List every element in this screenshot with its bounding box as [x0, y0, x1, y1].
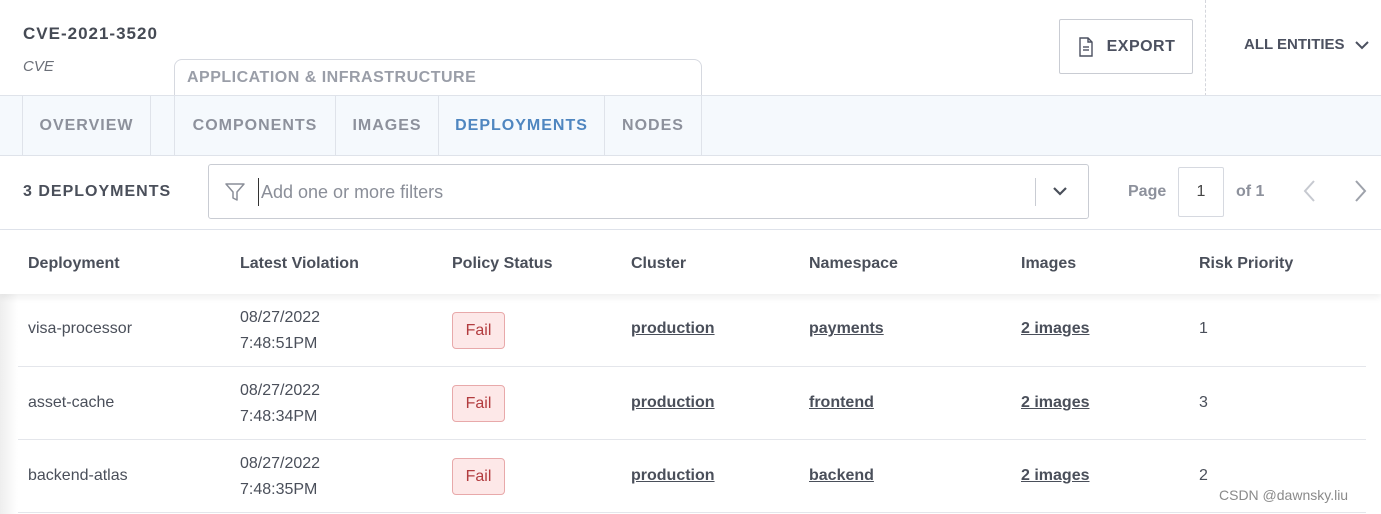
deployment-name: visa-processor — [28, 320, 133, 337]
images-link[interactable]: 2 images — [1021, 467, 1089, 485]
images-link[interactable]: 2 images — [1021, 394, 1089, 412]
column-header-images[interactable]: Images — [1021, 255, 1076, 273]
result-count: 3 DEPLOYMENTS — [23, 183, 172, 200]
tab-nodes[interactable]: NODES — [605, 96, 702, 155]
column-header-latest-violation[interactable]: Latest Violation — [240, 255, 359, 273]
violation-time: 7:48:35PM — [240, 481, 318, 498]
column-header-policy-status[interactable]: Policy Status — [452, 255, 552, 273]
deployments-table: Deployment Latest Violation Policy Statu… — [0, 230, 1381, 514]
table-row[interactable]: visa-processor 08/27/2022 7:48:51PM Fail… — [17, 294, 1366, 367]
tab-images[interactable]: IMAGES — [336, 96, 439, 155]
namespace-link[interactable]: frontend — [809, 394, 874, 412]
violation-date: 08/27/2022 — [240, 382, 321, 399]
header-divider — [1205, 0, 1206, 96]
violation-date: 08/27/2022 — [240, 455, 321, 472]
latest-violation: 08/27/2022 7:48:35PM — [240, 451, 320, 503]
table-toolbar: 3 DEPLOYMENTS Page of 1 — [0, 156, 1381, 230]
cluster-link[interactable]: production — [631, 320, 715, 338]
document-icon — [1078, 36, 1093, 57]
risk-priority: 3 — [1199, 394, 1208, 411]
risk-priority: 2 — [1199, 467, 1208, 484]
cluster-link[interactable]: production — [631, 394, 715, 412]
column-header-deployment[interactable]: Deployment — [28, 255, 120, 273]
all-entities-label: ALL ENTITIES — [1244, 36, 1345, 53]
status-badge: Fail — [452, 312, 505, 349]
tab-deployments[interactable]: DEPLOYMENTS — [439, 96, 605, 155]
violation-time: 7:48:34PM — [240, 408, 318, 425]
table-row[interactable]: asset-cache 08/27/2022 7:48:34PM Fail pr… — [17, 367, 1366, 440]
latest-violation: 08/27/2022 7:48:51PM — [240, 305, 320, 357]
export-button[interactable]: EXPORT — [1059, 19, 1193, 74]
chevron-down-icon — [1354, 40, 1369, 49]
chevron-left-icon[interactable] — [1300, 178, 1320, 204]
filter-icon — [225, 183, 245, 201]
deployment-name: asset-cache — [28, 394, 115, 411]
page-total-label: of 1 — [1236, 183, 1265, 200]
namespace-link[interactable]: payments — [809, 320, 884, 338]
all-entities-dropdown[interactable]: ALL ENTITIES — [1244, 36, 1369, 53]
status-badge: Fail — [452, 458, 505, 495]
page-label: Page — [1128, 183, 1167, 200]
tab-components[interactable]: COMPONENTS — [174, 96, 336, 155]
tab-group-application-infrastructure: APPLICATION & INFRASTRUCTURE — [174, 59, 702, 96]
risk-priority: 1 — [1199, 320, 1208, 337]
table-row[interactable]: backend-atlas 08/27/2022 7:48:35PM Fail … — [17, 440, 1366, 513]
deployment-name: backend-atlas — [28, 467, 128, 484]
column-header-risk-priority[interactable]: Risk Priority — [1199, 255, 1293, 273]
column-header-namespace[interactable]: Namespace — [809, 255, 898, 273]
status-badge: Fail — [452, 385, 505, 422]
watermark: CSDN @dawnsky.liu — [1219, 487, 1349, 503]
chevron-right-icon[interactable] — [1350, 178, 1370, 204]
tab-overview[interactable]: OVERVIEW — [23, 96, 151, 155]
table-header: Deployment Latest Violation Policy Statu… — [0, 230, 1381, 294]
violation-time: 7:48:51PM — [240, 335, 318, 352]
chevron-down-icon[interactable] — [1052, 185, 1068, 197]
search-separator — [1035, 178, 1036, 206]
tab-bar: OVERVIEW COMPONENTS IMAGES DEPLOYMENTS N… — [0, 95, 1381, 156]
filter-input[interactable] — [258, 178, 1018, 206]
export-button-label: EXPORT — [1106, 37, 1176, 55]
entity-title: CVE-2021-3520 — [23, 24, 158, 43]
images-link[interactable]: 2 images — [1021, 320, 1089, 338]
page-number-input[interactable] — [1178, 167, 1224, 217]
cluster-link[interactable]: production — [631, 467, 715, 485]
entity-type-label: CVE — [23, 58, 54, 75]
column-header-cluster[interactable]: Cluster — [631, 255, 686, 273]
tab-group-label: APPLICATION & INFRASTRUCTURE — [187, 69, 477, 86]
namespace-link[interactable]: backend — [809, 467, 874, 485]
latest-violation: 08/27/2022 7:48:34PM — [240, 378, 320, 430]
side-panel-shadow — [0, 294, 18, 514]
filter-search-box[interactable] — [208, 164, 1089, 219]
violation-date: 08/27/2022 — [240, 309, 321, 326]
